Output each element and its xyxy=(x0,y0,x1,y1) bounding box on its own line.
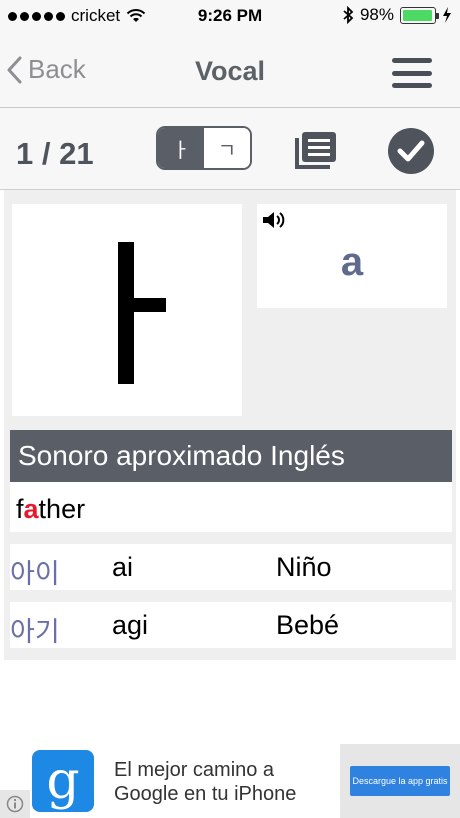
status-bar: cricket 9:26 PM 98% xyxy=(0,0,460,32)
hamburger-menu-icon[interactable] xyxy=(392,58,432,88)
romanization-label: a xyxy=(340,240,364,284)
bluetooth-icon xyxy=(343,6,354,24)
sound-card[interactable]: a xyxy=(257,204,447,308)
list-icon[interactable] xyxy=(292,130,338,172)
info-icon[interactable] xyxy=(0,790,30,818)
example-highlight: a xyxy=(23,494,39,524)
character-card xyxy=(12,204,242,416)
word-row[interactable]: 아이 ai Niño xyxy=(10,544,452,590)
example-suffix: ther xyxy=(38,494,86,524)
segment-vowel[interactable]: ㅏ xyxy=(158,128,204,168)
screen: cricket 9:26 PM 98% Back Vocal 1 / 21 ㅏ … xyxy=(0,0,460,818)
example-word: father xyxy=(10,482,452,532)
word-hangul: 아기 xyxy=(10,617,60,647)
battery-percent: 98% xyxy=(359,5,394,24)
word-translation: Bebé xyxy=(276,610,340,640)
ad-button-area: Descargue la app gratis xyxy=(340,744,460,818)
battery-icon xyxy=(400,6,439,24)
segment-consonant[interactable]: ㄱ xyxy=(204,128,250,168)
page-title: Vocal xyxy=(194,56,266,86)
ad-text: El mejor camino a Google en tu iPhone xyxy=(114,758,296,806)
word-row[interactable]: 아기 agi Bebé xyxy=(10,602,452,648)
progress-counter: 1 / 21 xyxy=(16,136,94,171)
word-translation: Niño xyxy=(276,552,332,582)
check-glyph-icon xyxy=(397,140,425,162)
toolbar: 1 / 21 ㅏ ㄱ xyxy=(0,108,460,190)
google-logo-icon[interactable]: g xyxy=(32,750,94,812)
word-hangul: 아이 xyxy=(10,559,60,589)
checkmark-icon[interactable] xyxy=(388,128,434,174)
battery-fill xyxy=(403,9,433,21)
segmented-control: ㅏ ㄱ xyxy=(156,126,252,170)
example-prefix: f xyxy=(16,494,24,524)
word-romanization: ai xyxy=(112,552,134,582)
info-glyph-icon xyxy=(6,795,24,813)
speaker-icon[interactable] xyxy=(261,210,287,230)
ad-line-2: Google en tu iPhone xyxy=(114,783,297,805)
ad-download-button[interactable]: Descargue la app gratis xyxy=(350,766,450,796)
section-header: Sonoro aproximado Inglés xyxy=(10,430,452,482)
ad-line-1: El mejor camino a xyxy=(114,759,275,781)
charging-icon xyxy=(443,7,451,23)
navigation-bar: Back Vocal xyxy=(0,32,460,108)
ad-banner[interactable]: g El mejor camino a Google en tu iPhone … xyxy=(0,744,460,818)
lesson-content: a Sonoro aproximado Inglés father 아이 ai … xyxy=(4,190,456,660)
word-romanization: agi xyxy=(112,610,149,640)
hangul-character-glyph xyxy=(118,242,166,384)
status-right: 98% xyxy=(342,5,452,25)
